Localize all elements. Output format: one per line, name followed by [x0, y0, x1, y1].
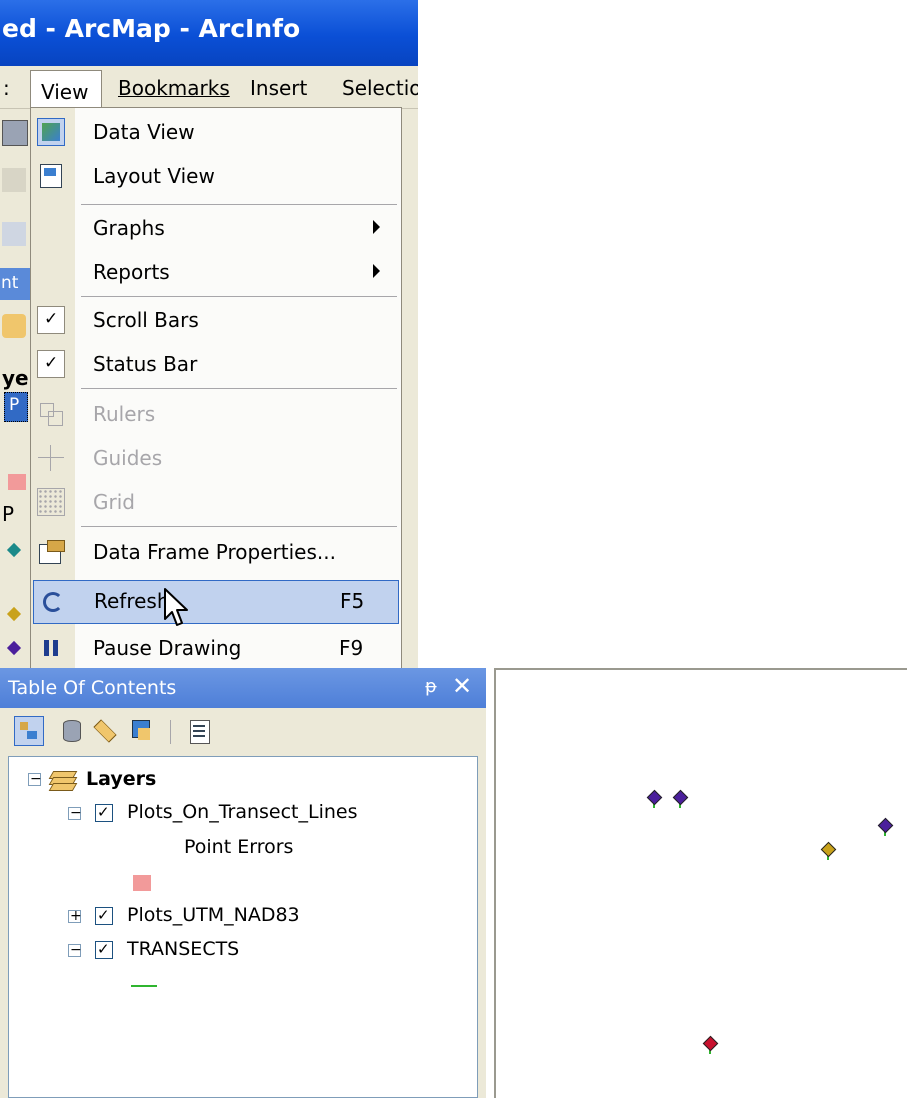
legend-line[interactable]	[131, 985, 157, 987]
point-symbol	[6, 606, 22, 622]
view-menu-dropdown: Data View Layout View Graphs Reports ✓ S…	[30, 107, 402, 672]
menu-label: Reports	[93, 260, 170, 284]
menu-insert[interactable]: Insert	[250, 76, 307, 100]
layer-name[interactable]: Plots_On_Transect_Lines	[127, 801, 358, 823]
layer-checkbox[interactable]: ✓	[95, 803, 113, 822]
toc-titlebar-fragment: nt	[0, 268, 30, 300]
options-icon[interactable]	[184, 716, 214, 746]
menu-item-pause-drawing[interactable]: Pause Drawing F9	[31, 626, 401, 670]
pan-icon[interactable]	[2, 168, 26, 192]
menu-separator	[81, 296, 397, 297]
menu-item-data-view[interactable]: Data View	[31, 110, 401, 154]
menu-item-rulers: Rulers	[31, 392, 401, 436]
menu-shortcut: F5	[340, 589, 365, 613]
strip-text-p: P	[2, 502, 15, 526]
layer-checkbox[interactable]: ✓	[95, 906, 113, 925]
toc-title: Table Of Contents	[8, 677, 177, 699]
pin-icon[interactable]: ᵽ	[425, 676, 437, 697]
menu-label: Grid	[93, 490, 135, 514]
menu-item-guides: Guides	[31, 436, 401, 480]
menu-label: Pause Drawing	[93, 636, 242, 660]
menu-item-data-frame-properties[interactable]: Data Frame Properties...	[31, 530, 401, 574]
menu-item-status-bar[interactable]: ✓ Status Bar	[31, 342, 401, 386]
list-by-source-icon[interactable]	[56, 716, 86, 746]
menu-label: Scroll Bars	[93, 308, 199, 332]
collapse-icon[interactable]: −	[28, 771, 42, 787]
point-symbol	[6, 542, 22, 558]
menu-item-grid: Grid	[31, 480, 401, 524]
map-point[interactable]	[646, 789, 663, 806]
layout-view-icon	[37, 162, 65, 190]
refresh-icon	[38, 587, 66, 615]
toolbar-separator	[170, 720, 171, 744]
point-symbol	[6, 640, 22, 656]
menu-view-label: View	[41, 80, 89, 104]
symbol-swatch	[8, 474, 26, 490]
close-icon[interactable]: ✕	[452, 672, 472, 700]
menu-label: Rulers	[93, 402, 156, 426]
menu-label: Data View	[93, 120, 195, 144]
menu-item-graphs[interactable]: Graphs	[31, 206, 401, 250]
layer-name[interactable]: Plots_UTM_NAD83	[127, 904, 300, 926]
map-display[interactable]	[494, 668, 907, 1098]
pause-icon	[37, 634, 65, 662]
menu-separator	[81, 526, 397, 527]
menu-label: Refresh	[94, 589, 170, 613]
toc-title-bar: Table Of Contents ᵽ ✕	[0, 668, 486, 708]
menu-view[interactable]: View	[30, 70, 102, 108]
mouse-cursor-icon	[164, 588, 188, 626]
layers-icon	[48, 767, 78, 791]
rulers-icon	[37, 400, 65, 428]
list-by-selection-icon[interactable]	[126, 716, 156, 746]
menu-item-reports[interactable]: Reports	[31, 250, 401, 294]
menu-shortcut: F9	[339, 636, 364, 660]
menu-label: Guides	[93, 446, 163, 470]
selected-layer-fragment[interactable]: P	[4, 392, 28, 422]
toc-tree: − Layers − ✓ Plots_On_Transect_Lines Poi…	[8, 756, 478, 1098]
layer-checkbox[interactable]: ✓	[95, 940, 113, 959]
submenu-arrow-icon	[373, 220, 380, 234]
menu-label: Status Bar	[93, 352, 198, 376]
menu-item-layout-view[interactable]: Layout View	[31, 154, 401, 198]
layer-class-label: Point Errors	[184, 836, 294, 858]
menu-label: Graphs	[93, 216, 165, 240]
map-point[interactable]	[877, 817, 894, 834]
tool-icon[interactable]	[2, 222, 26, 246]
title-bar[interactable]: ed - ArcMap - ArcInfo	[0, 0, 418, 66]
menu-bookmarks[interactable]: Bookmarks	[118, 76, 230, 100]
collapse-icon[interactable]: −	[68, 805, 82, 821]
window-title: ed - ArcMap - ArcInfo	[2, 14, 301, 43]
grid-icon	[37, 488, 65, 516]
menu-label: Data Frame Properties...	[93, 540, 336, 564]
expand-icon[interactable]: +	[68, 908, 82, 924]
data-view-icon	[37, 118, 65, 146]
menu-item-scroll-bars[interactable]: ✓ Scroll Bars	[31, 298, 401, 342]
menu-item-partial[interactable]: :	[3, 76, 10, 100]
guides-icon	[37, 444, 65, 472]
toc-toolbar	[0, 708, 486, 756]
layers-root-label[interactable]: Layers	[86, 768, 156, 790]
check-icon: ✓	[37, 306, 65, 334]
menu-item-refresh[interactable]: Refresh F5	[33, 580, 399, 624]
menu-separator	[81, 204, 397, 205]
data-frame-properties-icon	[37, 538, 65, 566]
map-point[interactable]	[820, 841, 837, 858]
strip-text-ye: ye	[2, 366, 29, 390]
legend-swatch[interactable]	[133, 875, 151, 891]
table-of-contents-panel: Table Of Contents ᵽ ✕ − Layers − ✓ Plots…	[0, 668, 486, 1098]
list-by-drawing-order-icon[interactable]	[14, 716, 44, 746]
list-by-visibility-icon[interactable]	[90, 716, 120, 746]
menu-label: Layout View	[93, 164, 215, 188]
submenu-arrow-icon	[373, 264, 380, 278]
map-point[interactable]	[672, 789, 689, 806]
save-icon[interactable]	[2, 120, 28, 146]
layer-name[interactable]: TRANSECTS	[127, 938, 239, 960]
menu-selection[interactable]: Selectio	[342, 76, 418, 100]
menu-separator	[81, 388, 397, 389]
check-icon: ✓	[37, 350, 65, 378]
layer-icon[interactable]	[2, 314, 26, 338]
map-point[interactable]	[702, 1035, 719, 1052]
collapse-icon[interactable]: −	[68, 942, 82, 958]
